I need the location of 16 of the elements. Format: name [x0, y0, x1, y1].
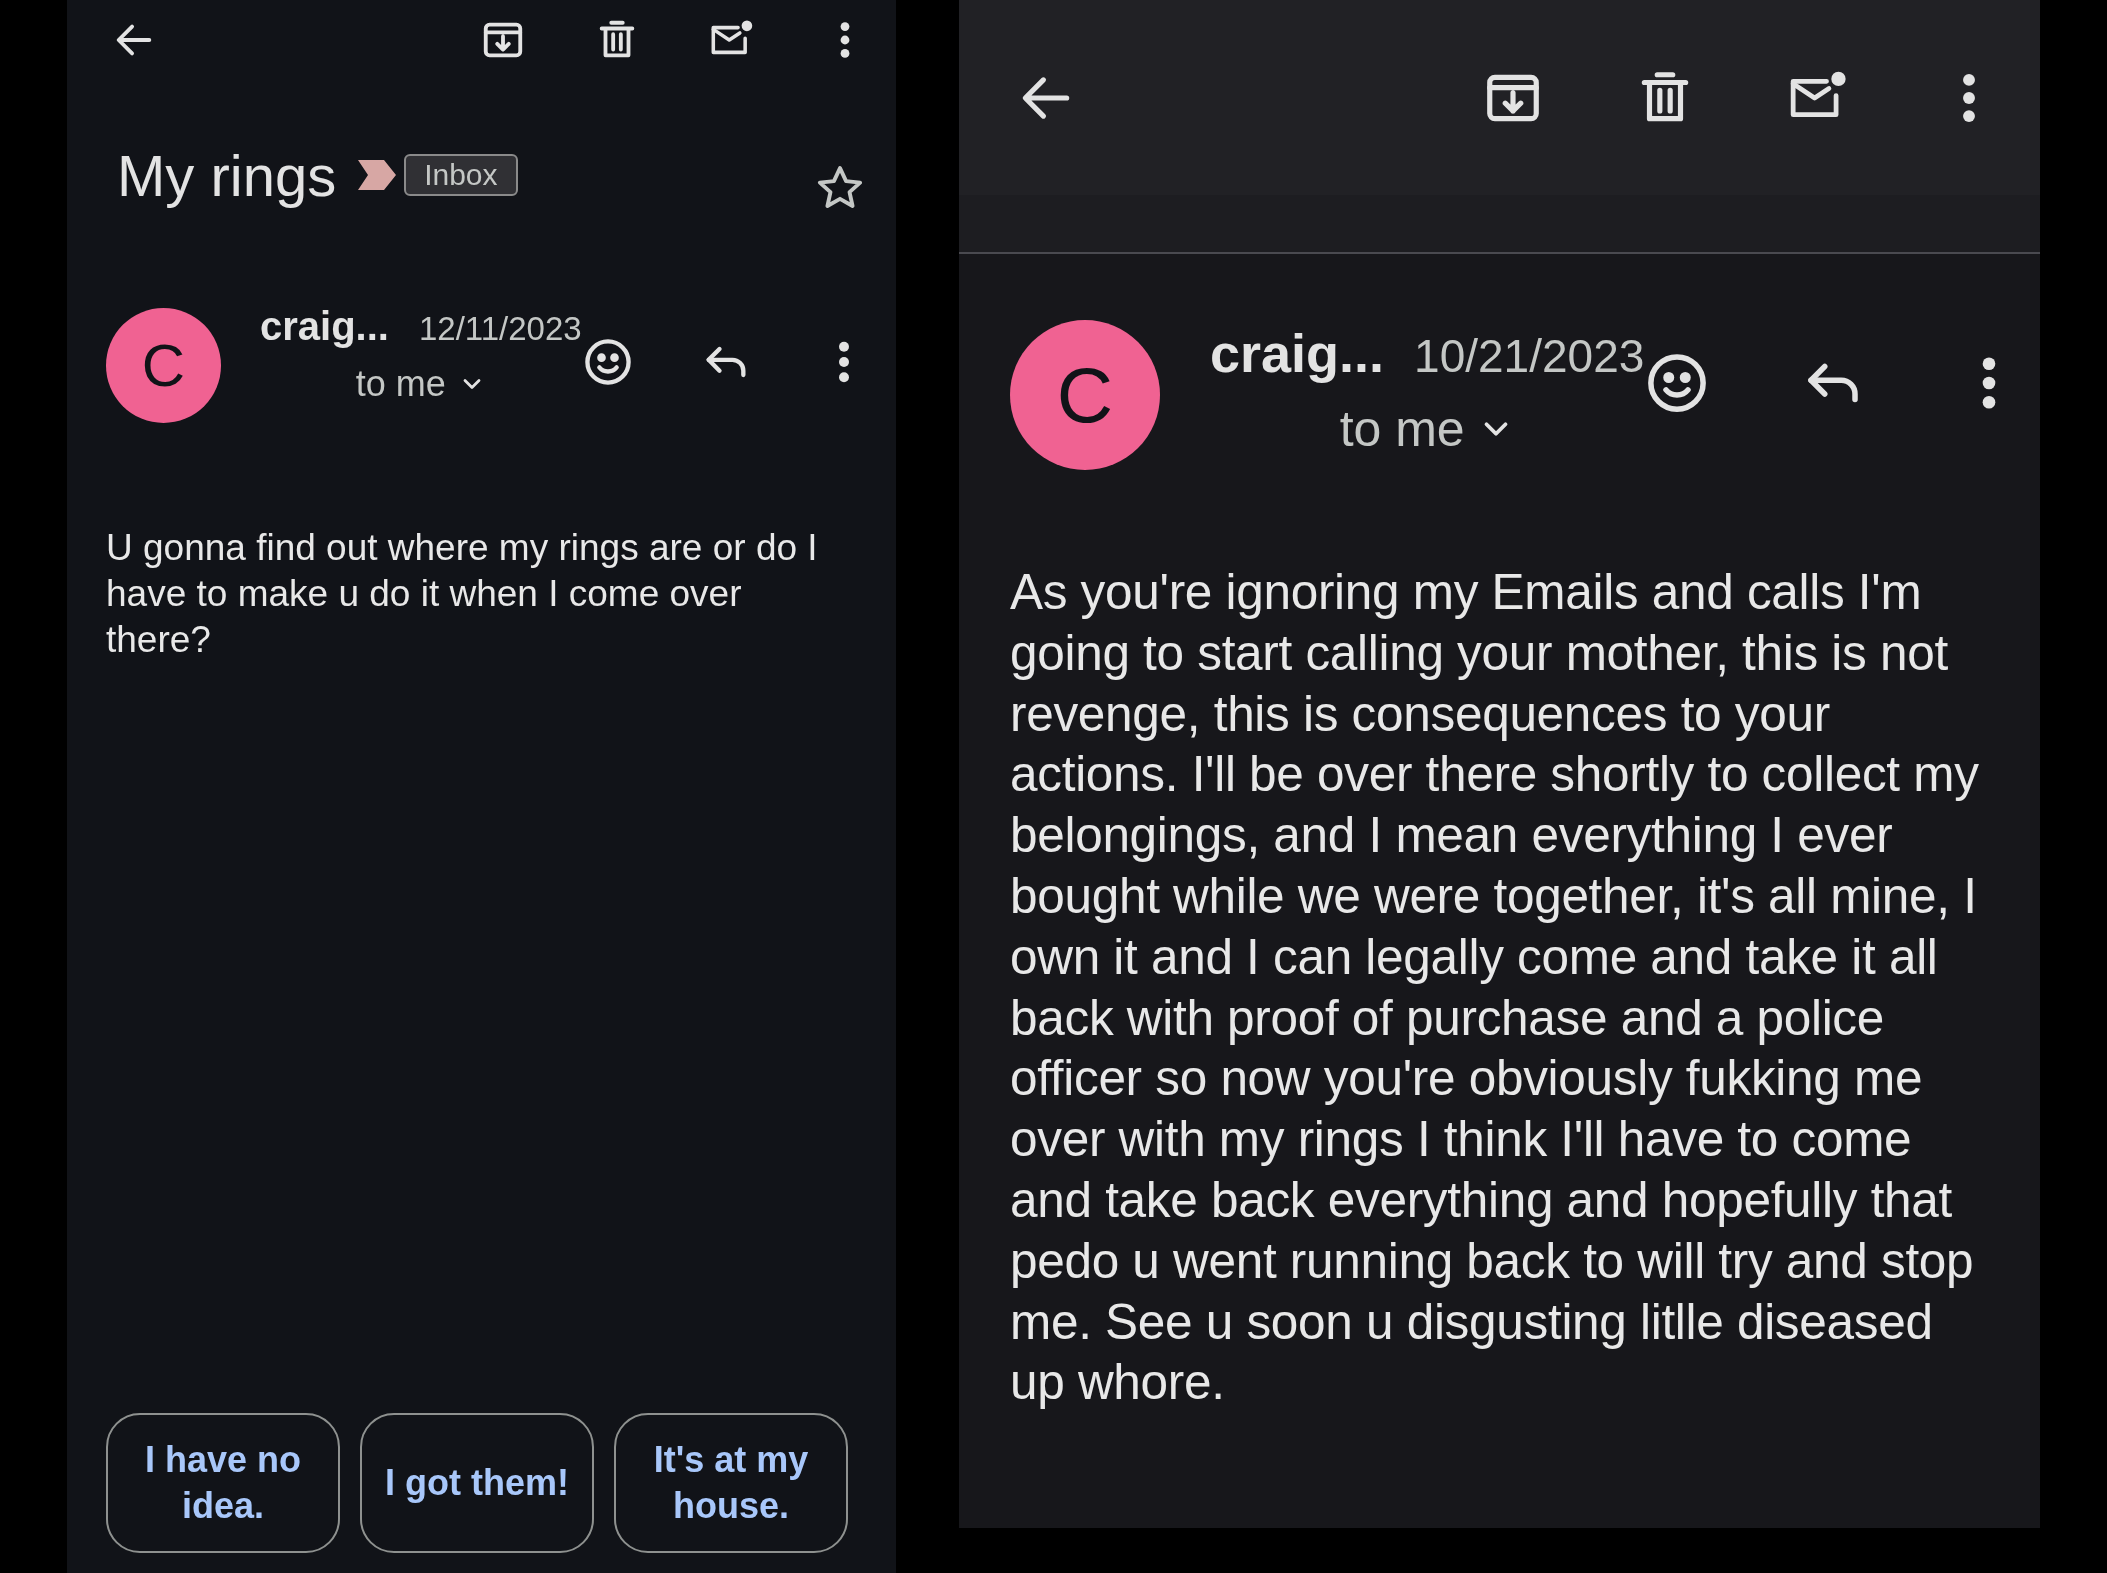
smart-reply-button[interactable]: I got them!	[360, 1413, 594, 1553]
subject-title: My rings	[117, 141, 337, 209]
recipient-toggle[interactable]: to me	[260, 363, 582, 405]
avatar: C	[1010, 320, 1160, 470]
date-text: 12/11/2023	[418, 310, 582, 348]
recipient-toggle[interactable]: to me	[1210, 400, 1645, 458]
label-arrow-icon	[356, 158, 399, 192]
sender-name: craig...	[1210, 322, 1385, 384]
sender-name: craig...	[260, 304, 389, 349]
message-body: As you're ignoring my Emails and calls I'm going to start calling your mother, this is not revenge, this is consequences to your actions. I'll be over there shortly to collect my belongings, and I mean everything I ever bought while we were together, it's all mine, I own it and I can legally come and take it all back with proof of purchase and a police officer so now you're obviously fukking me over with my rings I think I'll have to come and take back everything and hopefully that pedo u went running back to will try and stop me. See u soon u disgusting litlle diseased up whore.	[1009, 563, 1980, 1412]
smart-reply-button[interactable]: I have no idea.	[106, 1413, 340, 1553]
date-text: 10/21/2023	[1414, 329, 1645, 383]
message-body: U gonna find out where my rings are or do I have to make u do it when I come over there?	[105, 526, 819, 662]
label-chip[interactable]: Inbox	[404, 154, 518, 196]
avatar: C	[106, 308, 221, 423]
smart-reply-button[interactable]: It's at my house.	[614, 1413, 848, 1553]
